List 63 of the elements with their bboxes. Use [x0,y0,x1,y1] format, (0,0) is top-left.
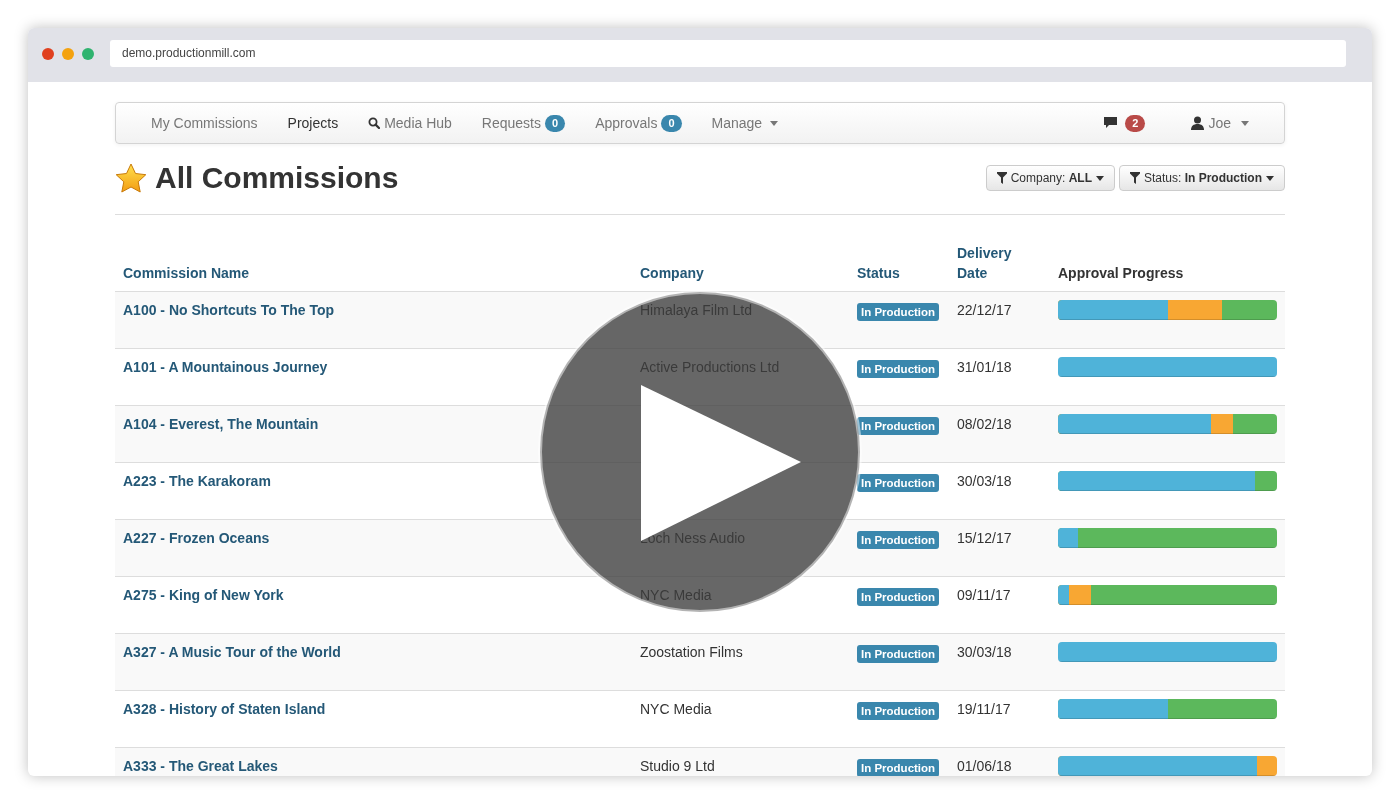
delivery-date: 08/02/18 [957,416,1012,432]
delivery-date: 22/12/17 [957,302,1012,318]
nav-link[interactable]: Approvals 0 [580,112,697,134]
column-header[interactable]: Company [640,263,841,283]
nav-link[interactable]: Media Hub [353,112,467,134]
status-label: In Production [857,759,940,776]
commission-link[interactable]: A104 - Everest, The Mountain [123,416,319,432]
status-label: In Production [857,417,940,435]
caret-icon [1096,175,1104,181]
status-label: In Production [857,588,940,606]
count-badge: 2 [1125,114,1146,132]
speech-bubble-icon [1104,117,1118,129]
delivery-date: 30/03/18 [957,473,1012,489]
caret-icon [1266,175,1274,181]
commission-link[interactable]: A100 - No Shortcuts To The Top [123,302,335,318]
commission-link[interactable]: A333 - The Great Lakes [123,758,278,774]
commission-link[interactable]: A101 - A Mountainous Journey [123,359,328,375]
commission-link[interactable]: A227 - Frozen Oceans [123,530,270,546]
user-icon [1191,116,1205,130]
page-title: All Commissions [155,160,399,196]
commission-link[interactable]: A275 - King of New York [123,587,284,603]
nav-link[interactable]: My Commissions [136,112,273,134]
filter-dropdown[interactable]: Company: ALL [985,165,1115,191]
commission-link[interactable]: A327 - A Music Tour of the World [123,644,341,660]
delivery-date: 01/06/18 [957,758,1012,774]
status-label: In Production [857,360,940,378]
status-label: In Production [857,303,940,321]
commission-link[interactable]: A223 - The Karakoram [123,473,271,489]
caret-icon [770,120,779,126]
search-icon [368,117,381,129]
user-menu[interactable]: Joe [1176,112,1264,134]
caret-icon [1241,120,1249,126]
funnel-icon [1130,172,1140,184]
company-name: Zoostation Films [640,644,743,660]
status-label: In Production [857,531,940,549]
star-icon [115,163,147,193]
delivery-date: 19/11/17 [957,701,1011,717]
commission-link[interactable]: A328 - History of Staten Island [123,701,326,717]
delivery-date: 15/12/17 [957,530,1012,546]
window-control-icon[interactable] [42,48,54,60]
status-label: In Production [857,645,940,663]
column-header[interactable]: Status [857,263,941,283]
window-control-icon[interactable] [82,48,94,60]
funnel-icon [996,172,1007,184]
nav-link[interactable]: Projects [272,112,354,134]
messages-link[interactable]: 2 [1089,114,1161,132]
status-label: In Production [857,702,940,720]
count-badge: 0 [661,114,682,132]
filter-dropdown[interactable]: Status: In Production [1119,165,1285,191]
play-button[interactable] [538,290,862,614]
count-badge: 0 [545,114,566,132]
column-header[interactable]: Commission Name [123,263,624,283]
delivery-date: 09/11/17 [957,587,1011,603]
column-header: Approval Progress [1058,264,1185,283]
nav-link[interactable]: Requests 0 [466,112,581,134]
status-label: In Production [857,474,940,492]
address-bar[interactable]: demo.productionmill.com [110,40,1346,67]
nav-link[interactable]: Manage [696,112,794,134]
delivery-date: 30/03/18 [957,644,1012,660]
column-header[interactable]: Delivery Date [957,243,1042,283]
company-name: NYC Media [640,701,712,717]
delivery-date: 31/01/18 [957,359,1012,375]
company-name: Studio 9 Ltd [640,758,715,774]
